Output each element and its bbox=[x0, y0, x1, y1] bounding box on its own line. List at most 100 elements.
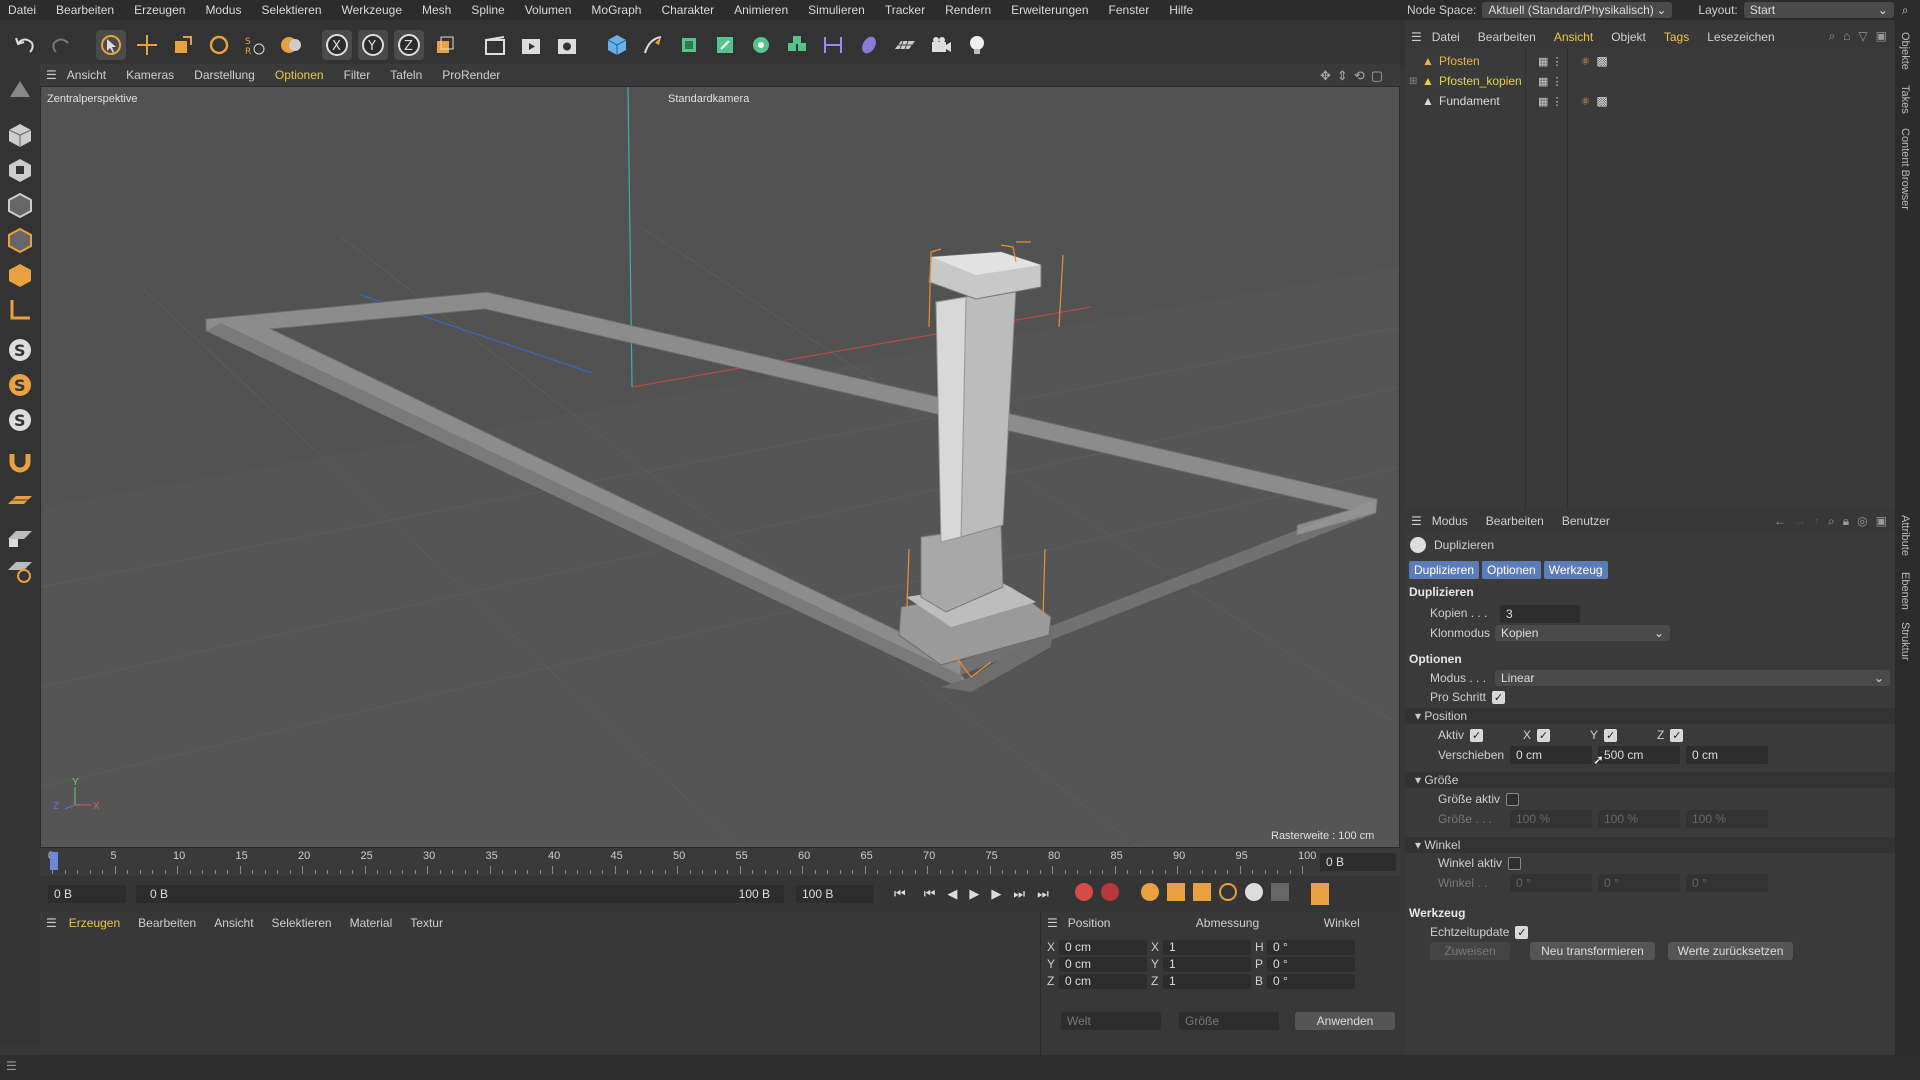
prev-key-icon[interactable]: ⏮ bbox=[924, 886, 936, 902]
zuweisen-button[interactable]: Zuweisen bbox=[1430, 942, 1510, 960]
object-row[interactable]: ▲ Pfosten ▦ ⋮ ⚛ ▩ bbox=[1405, 52, 1895, 70]
make-editable-button[interactable] bbox=[3, 73, 37, 105]
winkel-y-field[interactable]: 0 ° bbox=[1598, 874, 1680, 892]
cloner-button[interactable] bbox=[746, 30, 776, 60]
texture-mode-button[interactable] bbox=[3, 154, 37, 186]
camera-label[interactable]: Standardkamera bbox=[668, 93, 750, 105]
menu-hilfe[interactable]: Hilfe bbox=[1169, 3, 1193, 17]
coord-size-field[interactable]: 1 bbox=[1163, 974, 1251, 989]
group-position[interactable]: ▾ Position bbox=[1405, 708, 1895, 724]
material-menu-ansicht[interactable]: Ansicht bbox=[214, 916, 253, 930]
floor-button[interactable] bbox=[890, 30, 920, 60]
menu-simulieren[interactable]: Simulieren bbox=[808, 3, 865, 17]
object-menu-ansicht[interactable]: Ansicht bbox=[1554, 30, 1593, 44]
menu-spline[interactable]: Spline bbox=[471, 3, 504, 17]
new-window-icon[interactable]: ▣ bbox=[1876, 514, 1887, 529]
coord-position-field[interactable]: 0 cm bbox=[1059, 957, 1147, 972]
key-position-icon[interactable] bbox=[1166, 883, 1185, 901]
hamburger-icon[interactable]: ☰ bbox=[1411, 30, 1422, 44]
rotate-tool-button[interactable] bbox=[204, 30, 234, 60]
material-menu-erzeugen[interactable]: Erzeugen bbox=[69, 916, 120, 930]
menu-erweiterungen[interactable]: Erweiterungen bbox=[1011, 3, 1088, 17]
z-checkbox[interactable]: ✓ bbox=[1670, 728, 1684, 742]
x-axis-lock-button[interactable]: X bbox=[322, 30, 352, 60]
object-name[interactable]: Pfosten bbox=[1439, 54, 1534, 68]
viewport-menu-darstellung[interactable]: Darstellung bbox=[194, 68, 255, 82]
groesse-aktiv-checkbox[interactable] bbox=[1506, 792, 1520, 806]
next-key-icon[interactable]: ⏭ bbox=[1013, 886, 1025, 902]
menu-fenster[interactable]: Fenster bbox=[1109, 3, 1150, 17]
visibility-dots-icon[interactable]: ▦ ⋮ bbox=[1538, 75, 1562, 88]
hamburger-icon[interactable]: ☰ bbox=[6, 1059, 17, 1073]
pro-schritt-checkbox[interactable]: ✓ bbox=[1492, 690, 1506, 704]
filter-icon[interactable]: ▽ bbox=[1858, 29, 1867, 44]
aktiv-checkbox[interactable]: ✓ bbox=[1470, 728, 1484, 742]
menu-mograph[interactable]: MoGraph bbox=[591, 3, 641, 17]
next-frame-icon[interactable]: ▶ bbox=[991, 886, 1001, 902]
transform-tool-button[interactable]: SR bbox=[240, 30, 270, 60]
tag-icon[interactable]: ⚛ bbox=[1580, 55, 1590, 68]
expand-icon[interactable]: ⊞ bbox=[1409, 76, 1421, 87]
tab-attribute[interactable]: Attribute bbox=[1899, 515, 1911, 556]
current-frame-field[interactable]: 0 B bbox=[1320, 853, 1396, 871]
material-menu-bearbeiten[interactable]: Bearbeiten bbox=[138, 916, 196, 930]
modus-dropdown[interactable]: Linear ⌄ bbox=[1495, 670, 1890, 686]
object-name[interactable]: Pfosten_kopien bbox=[1439, 74, 1534, 88]
deformer-button[interactable] bbox=[818, 30, 848, 60]
menu-rendern[interactable]: Rendern bbox=[945, 3, 991, 17]
werte-zuruecksetzen-button[interactable]: Werte zurücksetzen bbox=[1668, 942, 1793, 960]
magnet-button[interactable] bbox=[3, 444, 37, 476]
start-frame-field[interactable]: 0 B bbox=[48, 885, 126, 903]
pen-spline-button[interactable] bbox=[638, 30, 668, 60]
echtzeitupdate-checkbox[interactable]: ✓ bbox=[1515, 925, 1529, 939]
workplane-button[interactable] bbox=[3, 484, 37, 516]
search-icon[interactable]: ⌕ bbox=[1902, 3, 1909, 18]
edge-mode-button[interactable] bbox=[3, 224, 37, 256]
viewport-menu-ansicht[interactable]: Ansicht bbox=[67, 68, 106, 82]
mograph-button[interactable] bbox=[782, 30, 812, 60]
material-menu-textur[interactable]: Textur bbox=[410, 916, 443, 930]
verschieben-x-field[interactable]: 0 cm bbox=[1510, 746, 1592, 764]
new-window-icon[interactable]: ▣ bbox=[1876, 29, 1887, 44]
record-icon[interactable] bbox=[1074, 883, 1093, 901]
menu-tracker[interactable]: Tracker bbox=[885, 3, 925, 17]
hamburger-icon[interactable]: ☰ bbox=[46, 68, 57, 82]
viewport-menu-kameras[interactable]: Kameras bbox=[126, 68, 174, 82]
winkel-aktiv-checkbox[interactable] bbox=[1508, 856, 1522, 870]
kopien-field[interactable]: 3 bbox=[1500, 605, 1580, 623]
end-frame-field[interactable]: 100 B bbox=[796, 885, 874, 903]
menu-modus[interactable]: Modus bbox=[205, 3, 241, 17]
winkel-z-field[interactable]: 0 ° bbox=[1686, 874, 1768, 892]
coord-position-field[interactable]: 0 cm bbox=[1059, 940, 1147, 955]
viewport-menu-filter[interactable]: Filter bbox=[344, 68, 371, 82]
go-to-end-icon[interactable]: ⏭ bbox=[1037, 886, 1049, 902]
axis-mode-button[interactable] bbox=[3, 294, 37, 326]
x-checkbox[interactable]: ✓ bbox=[1537, 728, 1551, 742]
polygon-mode-button[interactable] bbox=[3, 259, 37, 291]
key-rotation-icon[interactable] bbox=[1218, 883, 1237, 901]
group-winkel[interactable]: ▾ Winkel bbox=[1405, 837, 1895, 853]
z-axis-lock-button[interactable]: Z bbox=[394, 30, 424, 60]
menu-datei[interactable]: Datei bbox=[8, 3, 36, 17]
coord-rotation-field[interactable]: 0 ° bbox=[1267, 974, 1355, 989]
verschieben-y-field[interactable]: 500 cm bbox=[1598, 746, 1680, 764]
menu-volumen[interactable]: Volumen bbox=[525, 3, 572, 17]
object-row[interactable]: ⊞ ▲ Pfosten_kopien ▦ ⋮ bbox=[1405, 72, 1895, 90]
tab-duplizieren[interactable]: Duplizieren bbox=[1409, 561, 1480, 579]
object-menu-lesezeichen[interactable]: Lesezeichen bbox=[1707, 30, 1774, 44]
tab-struktur[interactable]: Struktur bbox=[1899, 622, 1911, 661]
tab-ebenen[interactable]: Ebenen bbox=[1899, 572, 1911, 610]
scale-tool-button[interactable] bbox=[168, 30, 198, 60]
3d-viewport[interactable]: Zentralperspektive Standardkamera Raster… bbox=[40, 86, 1400, 848]
field-button[interactable] bbox=[854, 30, 884, 60]
viewport-menu-optionen[interactable]: Optionen bbox=[275, 68, 324, 82]
material-tag-icon[interactable]: ▩ bbox=[1596, 54, 1607, 68]
menu-erzeugen[interactable]: Erzeugen bbox=[134, 3, 185, 17]
tab-werkzeug[interactable]: Werkzeug bbox=[1543, 561, 1608, 579]
coordinate-space-dropdown[interactable]: Welt bbox=[1061, 1012, 1161, 1030]
pan-icon[interactable]: ✥ bbox=[1320, 68, 1331, 84]
snap-button[interactable]: S bbox=[3, 334, 37, 366]
klonmodus-dropdown[interactable]: Kopien ⌄ bbox=[1495, 625, 1670, 641]
tab-optionen[interactable]: Optionen bbox=[1482, 561, 1541, 579]
camera-button[interactable] bbox=[926, 30, 956, 60]
